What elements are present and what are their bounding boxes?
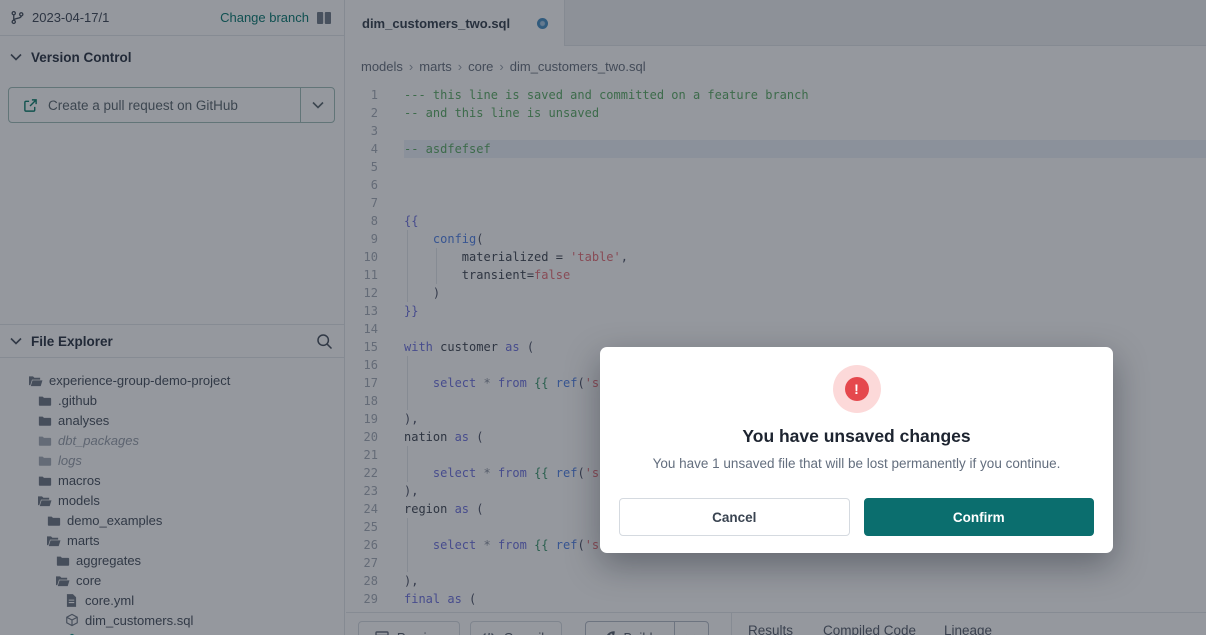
unsaved-changes-dialog: ! You have unsaved changes You have 1 un… bbox=[600, 347, 1113, 553]
cancel-button[interactable]: Cancel bbox=[619, 498, 850, 536]
dialog-title: You have unsaved changes bbox=[600, 426, 1113, 447]
dialog-body: You have 1 unsaved file that will be los… bbox=[600, 456, 1113, 471]
confirm-button[interactable]: Confirm bbox=[864, 498, 1095, 536]
alert-icon: ! bbox=[833, 365, 881, 413]
ide-window: 2023-04-17/1 Change branch Version Contr… bbox=[0, 0, 1206, 635]
